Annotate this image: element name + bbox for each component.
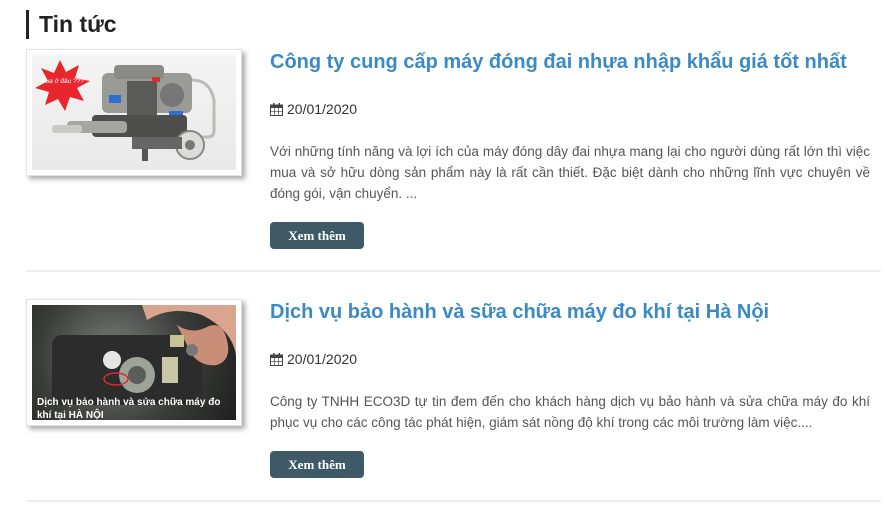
article-excerpt: Với những tính năng và lợi ích của máy đ… <box>270 144 870 201</box>
image-caption-line1: Dịch vụ bảo hành và sửa chữa máy đo <box>37 397 220 408</box>
read-more-button[interactable]: Xem thêm <box>270 451 364 478</box>
article-thumbnail[interactable]: Mua ở đâu ??? <box>26 49 242 176</box>
calendar-icon <box>270 352 283 366</box>
article-title[interactable]: Dịch vụ bảo hành và sữa chữa máy đo khí … <box>270 299 880 325</box>
article-card: Mua ở đâu ??? Công ty cung cấp máy đóng … <box>26 49 881 249</box>
promo-badge-text: Mua ở đâu ??? <box>40 77 84 85</box>
strapping-tool-image: Mua ở đâu ??? <box>35 60 216 161</box>
article-date: 20/01/2020 <box>270 351 357 367</box>
promo-badge-shape <box>35 60 90 111</box>
article-title[interactable]: Công ty cung cấp máy đóng đai nhựa nhập … <box>270 49 880 75</box>
image-caption-line2: khí tại HÀ NỘI <box>37 408 104 420</box>
gas-detector-repair-image: Dịch vụ bảo hành và sửa chữa máy đo khí … <box>37 305 236 420</box>
section-title: Tin tức <box>26 10 117 39</box>
calendar-icon <box>270 102 283 116</box>
article-card: Dịch vụ bảo hành và sửa chữa máy đo khí … <box>26 299 881 489</box>
article-divider <box>26 270 881 272</box>
read-more-button[interactable]: Xem thêm <box>270 222 364 249</box>
article-thumbnail[interactable]: Dịch vụ bảo hành và sửa chữa máy đo khí … <box>26 299 242 426</box>
article-date-text: 20/01/2020 <box>287 101 358 117</box>
article-excerpt: Công ty TNHH ECO3D tự tin đem đến cho kh… <box>270 394 870 430</box>
article-date: 20/01/2020 <box>270 101 357 117</box>
article-date-text: 20/01/2020 <box>287 351 358 367</box>
article-divider <box>26 500 881 502</box>
